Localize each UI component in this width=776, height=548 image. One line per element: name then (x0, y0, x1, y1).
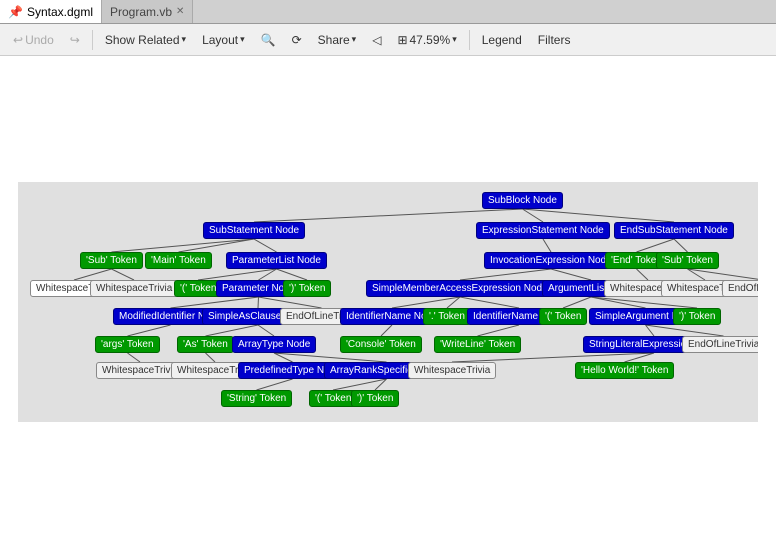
node-n7[interactable]: ParameterList Node (226, 252, 327, 269)
zoom-icon: ⊞ (397, 33, 407, 47)
redo-button[interactable]: ↪ (63, 29, 87, 51)
tab-bar: 📌 Syntax.dgml Program.vb ✕ (0, 0, 776, 24)
show-related-dropdown-icon: ▾ (182, 34, 187, 45)
undo-icon: ↩ (13, 33, 23, 47)
node-n25[interactable]: '.' Token (423, 308, 471, 325)
node-n42[interactable]: 'Hello World!' Token (575, 362, 674, 379)
node-n4[interactable]: EndSubStatement Node (614, 222, 734, 239)
zoom-button[interactable]: ⊞ 47.59% ▾ (390, 29, 463, 51)
diagram-canvas[interactable]: SubBlock Node SubStatement Node Expression… (18, 182, 758, 422)
node-n31[interactable]: 'As' Token (177, 336, 234, 353)
node-n3[interactable]: ExpressionStatement Node (476, 222, 610, 239)
tab-spacer (193, 0, 776, 23)
node-n34[interactable]: 'WriteLine' Token (434, 336, 521, 353)
refresh-button[interactable]: ⟳ (285, 29, 309, 51)
tab-syntax[interactable]: 📌 Syntax.dgml (0, 0, 102, 23)
node-n1[interactable]: SubBlock Node (482, 192, 563, 209)
search-icon: 🔍 (261, 33, 276, 47)
toolbar: ↩ Undo ↪ Show Related ▾ Layout ▾ 🔍 ⟳ Sha… (0, 24, 776, 56)
main-area: SubBlock Node SubStatement Node Expression… (0, 56, 776, 548)
node-n30[interactable]: 'args' Token (95, 336, 160, 353)
node-n12[interactable]: WhitespaceTrivia (90, 280, 178, 297)
zoom-dropdown-icon: ▾ (452, 34, 457, 45)
node-n6[interactable]: 'Main' Token (145, 252, 212, 269)
node-n8[interactable]: InvocationExpression Node (484, 252, 618, 269)
node-n33[interactable]: 'Console' Token (340, 336, 422, 353)
share-dropdown-icon: ▾ (352, 34, 357, 45)
node-n27[interactable]: '(' Token (539, 308, 587, 325)
search-button[interactable]: 🔍 (254, 29, 283, 51)
node-n36[interactable]: EndOfLineTrivia (682, 336, 758, 353)
node-n10[interactable]: 'Sub' Token (656, 252, 719, 269)
tab-pin-icon: 📌 (8, 5, 23, 19)
refresh-icon: ⟳ (292, 33, 302, 47)
layout-button[interactable]: Layout ▾ (195, 29, 252, 51)
node-n32[interactable]: ArrayType Node (232, 336, 316, 353)
layout-dropdown-icon: ▾ (240, 34, 245, 45)
show-related-button[interactable]: Show Related ▾ (98, 29, 193, 51)
undo-button[interactable]: ↩ Undo (6, 29, 61, 51)
node-n41[interactable]: WhitespaceTrivia (408, 362, 496, 379)
node-n45[interactable]: ')' Token (351, 390, 399, 407)
separator-2 (469, 30, 470, 50)
node-n5[interactable]: 'Sub' Token (80, 252, 143, 269)
tab-close-icon[interactable]: ✕ (176, 6, 184, 17)
separator-1 (92, 30, 93, 50)
back-button[interactable]: ◁ (365, 29, 388, 51)
tab-program[interactable]: Program.vb ✕ (102, 0, 193, 23)
node-n2[interactable]: SubStatement Node (203, 222, 305, 239)
node-n15[interactable]: ')' Token (283, 280, 331, 297)
share-button[interactable]: Share ▾ (311, 29, 364, 51)
back-icon: ◁ (372, 33, 381, 47)
node-n29[interactable]: ')' Token (673, 308, 721, 325)
redo-icon: ↪ (70, 33, 80, 47)
filters-button[interactable]: Filters (531, 29, 578, 51)
legend-button[interactable]: Legend (475, 29, 529, 51)
node-n20[interactable]: EndOfLineTrivia (722, 280, 758, 297)
node-n16[interactable]: SimpleMemberAccessExpression Node (366, 280, 554, 297)
node-n43[interactable]: 'String' Token (221, 390, 292, 407)
